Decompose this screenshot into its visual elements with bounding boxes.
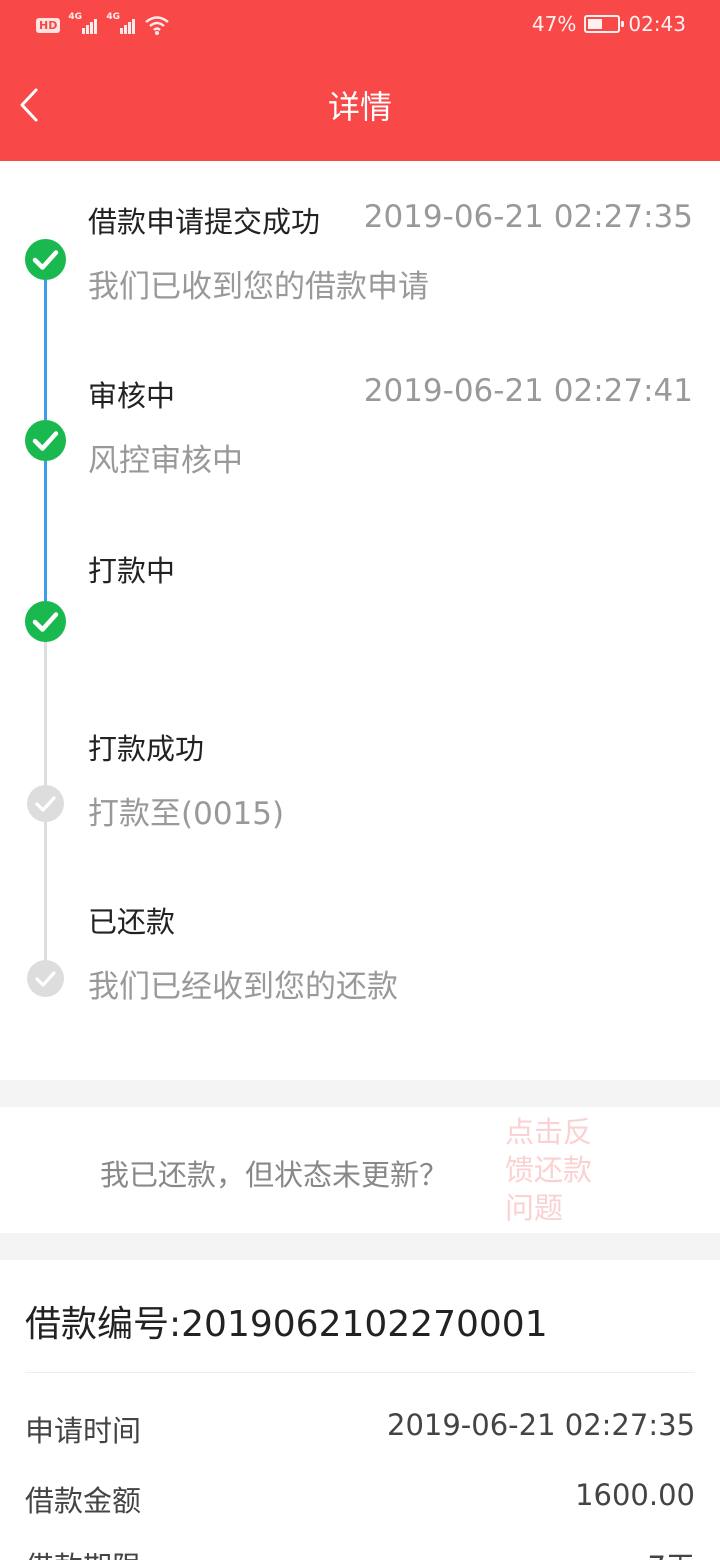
sim1-label: 4G [68, 12, 82, 22]
battery-icon [584, 15, 625, 33]
info-value: 2019-06-21 02:27:35 [387, 1408, 695, 1442]
progress-timeline: 借款申请提交成功 2019-06-21 02:27:35 我们已收到您的借款申请… [0, 161, 720, 1080]
sim2-label: 4G [106, 12, 120, 22]
check-pending-icon [27, 960, 64, 997]
signal-icon: 4G [68, 12, 98, 36]
step-desc: 风控审核中 [88, 443, 243, 479]
info-value: 7天 [648, 1544, 695, 1560]
info-key: 申请时间 [25, 1414, 142, 1448]
info-key: 借款期限 [25, 1544, 141, 1560]
battery-percent: 47% [531, 12, 577, 36]
section-gap [0, 1233, 720, 1260]
feedback-section: 我已还款，但状态未更新？ 点击反馈还款问题 [0, 1107, 720, 1233]
check-done-icon [25, 239, 66, 280]
clock: 02:43 [628, 12, 686, 36]
wifi-icon [145, 16, 170, 35]
signal-icon: 4G [106, 12, 136, 36]
info-row: 借款期限 7天 [25, 1544, 695, 1560]
step-desc: 打款至(0015) [88, 796, 285, 832]
top-bar: HD 4G 4G 47% 02:43 详情 [0, 0, 720, 161]
info-row: 借款金额 1600.00 [25, 1478, 695, 1518]
info-row: 申请时间 2019-06-21 02:27:35 [25, 1408, 695, 1448]
check-done-icon [25, 601, 66, 642]
step-label: 审核中 [88, 379, 176, 413]
step-time: 2019-06-21 02:27:41 [363, 373, 693, 409]
check-pending-icon [27, 785, 64, 822]
section-gap [0, 1080, 720, 1107]
loan-number: 借款编号:2019062102270001 [25, 1295, 548, 1347]
feedback-link[interactable]: 点击反馈还款问题 [505, 1113, 605, 1227]
step-label: 打款中 [88, 554, 176, 588]
page-title: 详情 [327, 88, 392, 126]
step-label: 打款成功 [88, 732, 205, 766]
status-bar: HD 4G 4G 47% 02:43 [0, 0, 720, 52]
step-time: 2019-06-21 02:27:35 [363, 199, 693, 235]
loan-number-value: 2019062102270001 [181, 1304, 548, 1345]
loan-number-label: 借款编号: [25, 1304, 182, 1345]
info-value: 1600.00 [575, 1478, 695, 1512]
check-done-icon [25, 420, 66, 461]
feedback-question: 我已还款，但状态未更新？ [100, 1158, 449, 1192]
step-desc: 我们已收到您的借款申请 [88, 269, 429, 305]
step-label: 借款申请提交成功 [88, 205, 321, 239]
battery-fill [588, 19, 602, 29]
divider [25, 1372, 695, 1373]
info-key: 借款金额 [25, 1484, 142, 1518]
step-desc: 我们已经收到您的还款 [88, 969, 398, 1005]
hd-badge: HD [36, 17, 61, 33]
loan-info: 借款编号:2019062102270001 申请时间 2019-06-21 02… [0, 1260, 720, 1560]
step-label: 已还款 [88, 905, 176, 939]
